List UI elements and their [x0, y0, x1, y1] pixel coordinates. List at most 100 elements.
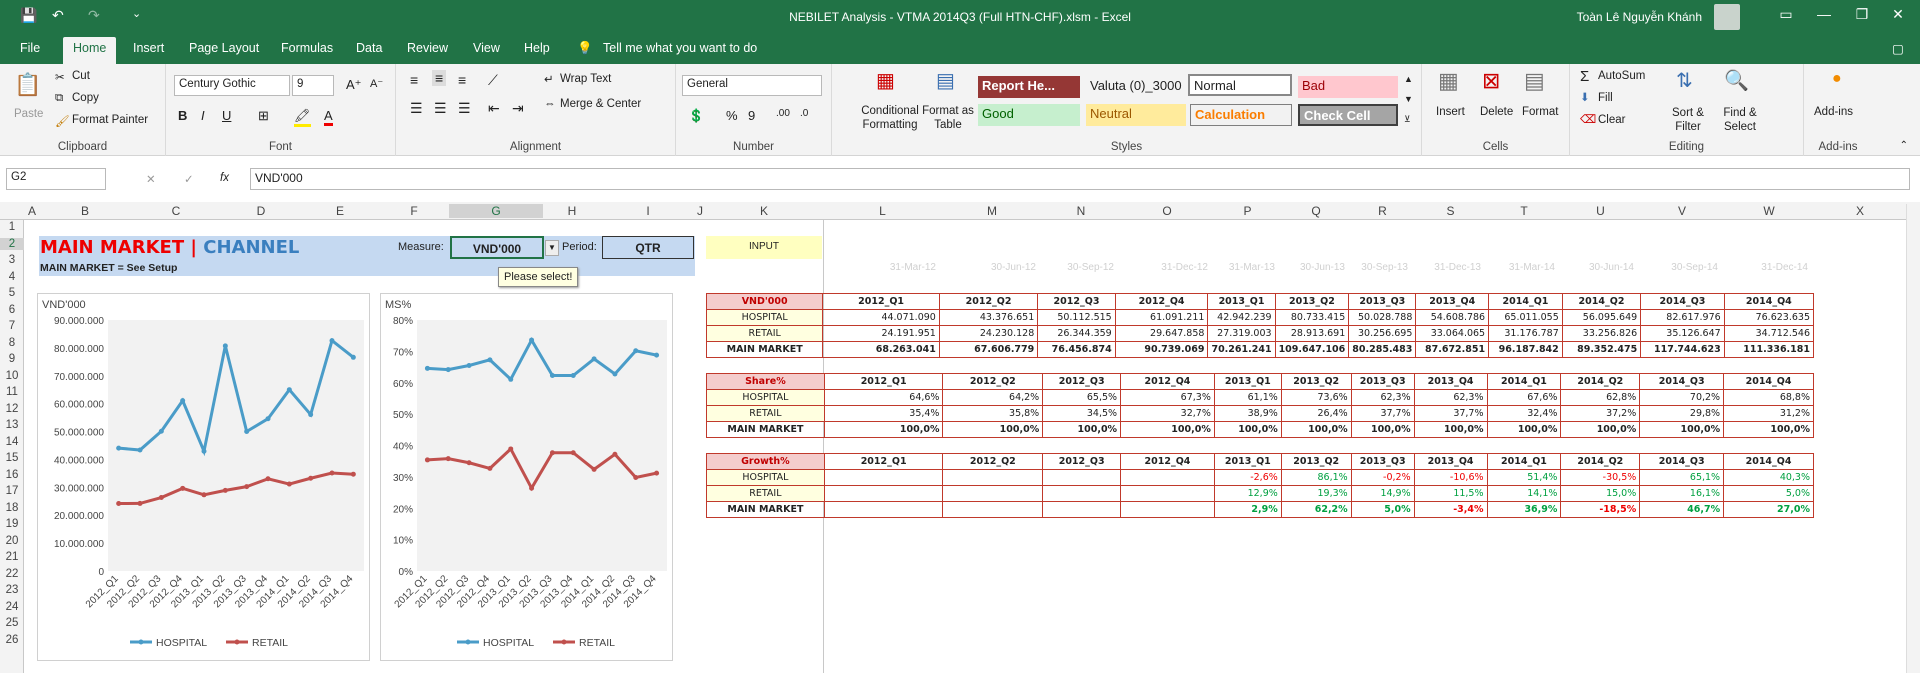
table-cell[interactable]: 62,2% — [1280, 501, 1352, 518]
cut-icon[interactable]: ✂ — [55, 70, 65, 84]
format-as-table-button[interactable]: Format as Table — [918, 104, 978, 132]
find-select-icon[interactable]: 🔍 — [1724, 68, 1749, 93]
table-cell[interactable]: 65,5% — [1042, 389, 1122, 406]
table-cell[interactable]: 64,2% — [942, 389, 1044, 406]
input-cell[interactable]: INPUT — [706, 236, 822, 259]
table-cell[interactable]: 68.263.041 — [822, 341, 940, 358]
table-cell[interactable]: 87.672.851 — [1415, 341, 1490, 358]
row-header[interactable]: 8 — [0, 337, 24, 349]
paste-icon[interactable]: 📋 — [14, 72, 41, 98]
table-cell[interactable]: 2,9% — [1213, 501, 1282, 518]
font-name-select[interactable]: Century Gothic — [174, 75, 290, 96]
format-painter-button[interactable]: Format Painter — [72, 114, 148, 126]
col-header[interactable]: Q — [1281, 204, 1351, 218]
row-header[interactable]: 5 — [0, 287, 24, 299]
tab-home[interactable]: Home — [63, 37, 117, 64]
styles-scroll-down-icon[interactable]: ▼ — [1404, 94, 1413, 104]
decrease-font-icon[interactable]: A⁻ — [370, 77, 383, 90]
table-cell[interactable]: 64,6% — [823, 389, 944, 406]
table-cell[interactable]: 61.091.211 — [1114, 309, 1209, 326]
style-report-header[interactable]: Report He... — [978, 76, 1080, 98]
styles-more-icon[interactable]: ⊻ — [1404, 114, 1411, 125]
formula-input[interactable]: VND'000 — [250, 168, 1910, 190]
table-cell[interactable]: 27,0% — [1723, 501, 1814, 518]
col-header[interactable]: W — [1724, 204, 1814, 218]
row-header[interactable]: 20 — [0, 535, 24, 547]
fill-icon[interactable]: ⬇ — [1580, 90, 1590, 104]
row-header[interactable]: 16 — [0, 469, 24, 481]
col-header[interactable]: K — [705, 204, 823, 218]
col-header[interactable]: O — [1120, 204, 1214, 218]
increase-font-icon[interactable]: A⁺ — [346, 77, 362, 93]
increase-decimal-icon[interactable]: .00 — [776, 108, 790, 119]
vertical-scrollbar[interactable] — [1906, 204, 1920, 673]
table-cell[interactable] — [1120, 469, 1215, 486]
italic-icon[interactable]: I — [201, 108, 205, 123]
table-cell[interactable]: 54.608.786 — [1415, 309, 1490, 326]
table-cell[interactable]: 86,1% — [1280, 469, 1352, 486]
row-header[interactable]: 25 — [0, 617, 24, 629]
table-cell[interactable]: -10,6% — [1413, 469, 1488, 486]
align-top-icon[interactable]: ≡ — [410, 72, 418, 88]
avatar[interactable] — [1714, 4, 1740, 30]
row-header[interactable]: 3 — [0, 254, 24, 266]
table-cell[interactable]: 33.064.065 — [1415, 325, 1490, 342]
style-neutral[interactable]: Neutral — [1086, 104, 1186, 126]
tell-me-search[interactable]: Tell me what you want to do — [603, 41, 757, 55]
conditional-formatting-icon[interactable]: ▦ — [876, 68, 895, 93]
orientation-icon[interactable]: ⟋ — [488, 72, 498, 89]
table-cell[interactable]: 27.319.003 — [1207, 325, 1276, 342]
autosum-button[interactable]: AutoSum — [1598, 70, 1645, 82]
comments-icon[interactable]: ▢ — [1892, 41, 1904, 56]
table-cell[interactable]: -30,5% — [1560, 469, 1641, 486]
table-cell[interactable]: 36,9% — [1486, 501, 1562, 518]
tab-formulas[interactable]: Formulas — [281, 41, 333, 55]
table-cell[interactable]: 43.376.651 — [938, 309, 1039, 326]
fill-button[interactable]: Fill — [1598, 92, 1613, 104]
accounting-format-icon[interactable]: 💲 — [688, 108, 704, 124]
indent-icon[interactable]: ⇤ — [488, 100, 500, 117]
table-cell[interactable]: 82.617.976 — [1640, 309, 1725, 326]
table-cell[interactable]: 37,7% — [1350, 405, 1415, 422]
bold-icon[interactable]: B — [178, 108, 187, 123]
col-header[interactable]: C — [131, 204, 221, 218]
row-header[interactable]: 9 — [0, 353, 24, 365]
cut-button[interactable]: Cut — [72, 70, 90, 82]
fill-color-icon[interactable]: 🖍 — [294, 108, 311, 127]
align-center-icon[interactable]: ☰ — [434, 100, 447, 117]
table-cell[interactable] — [1042, 485, 1122, 502]
table-cell[interactable]: 100,0% — [1120, 421, 1215, 438]
table-cell[interactable]: 65.011.055 — [1488, 309, 1563, 326]
table-cell[interactable]: -2,6% — [1213, 469, 1282, 486]
table-cell[interactable]: 26,4% — [1280, 405, 1352, 422]
enter-icon[interactable]: ✓ — [184, 172, 194, 186]
style-bad[interactable]: Bad — [1298, 76, 1398, 98]
paste-button[interactable]: Paste — [14, 108, 43, 120]
table-cell[interactable]: 100,0% — [1413, 421, 1488, 438]
table-cell[interactable]: 73,6% — [1280, 389, 1352, 406]
merge-icon[interactable]: ⇔ — [544, 98, 556, 110]
table-cell[interactable]: 100,0% — [1213, 421, 1282, 438]
table-cell[interactable]: 76.623.635 — [1723, 309, 1815, 326]
col-header[interactable]: S — [1414, 204, 1487, 218]
col-header[interactable]: E — [301, 204, 379, 218]
align-middle-icon[interactable]: ≡ — [432, 70, 447, 86]
table-cell[interactable]: 35,8% — [942, 405, 1044, 422]
style-good[interactable]: Good — [978, 104, 1080, 126]
table-cell[interactable] — [1042, 469, 1122, 486]
table-cell[interactable] — [1120, 485, 1215, 502]
row-header[interactable]: 26 — [0, 634, 24, 646]
format-painter-icon[interactable]: 🖌 — [55, 114, 70, 128]
copy-button[interactable]: Copy — [72, 92, 99, 104]
style-check-cell[interactable]: Check Cell — [1298, 104, 1398, 126]
table-cell[interactable]: 15,0% — [1560, 485, 1641, 502]
table-cell[interactable]: 5,0% — [1350, 501, 1415, 518]
font-size-select[interactable]: 9 — [292, 75, 334, 96]
minimize-icon[interactable]: — — [1804, 6, 1844, 22]
row-header[interactable]: 23 — [0, 584, 24, 596]
collapse-ribbon-icon[interactable]: ⌃ — [1900, 140, 1908, 151]
ribbon-display-icon[interactable]: ▭ — [1766, 6, 1806, 23]
table-cell[interactable]: 70,2% — [1639, 389, 1725, 406]
table-cell[interactable]: 62,8% — [1560, 389, 1641, 406]
table-cell[interactable]: 89.352.475 — [1561, 341, 1642, 358]
